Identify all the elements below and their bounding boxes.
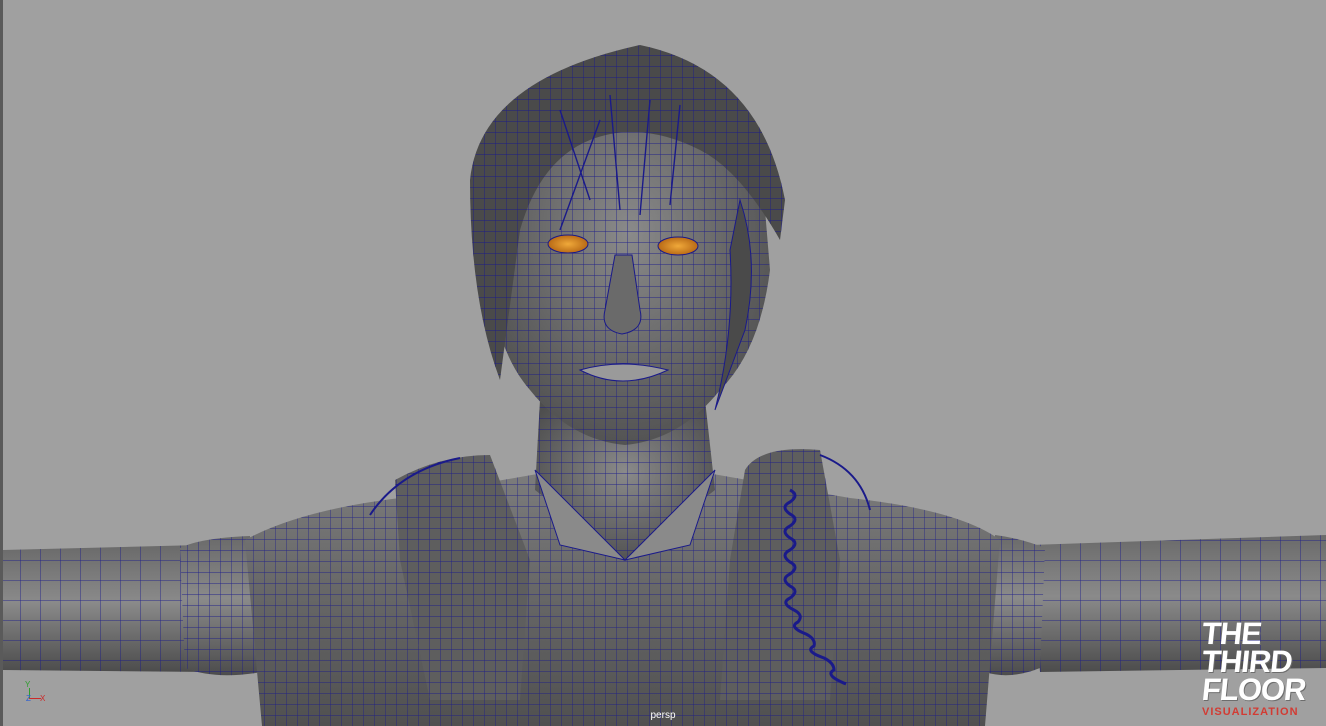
logo-subtitle: VISUALIZATION — [1202, 706, 1299, 718]
right-eye[interactable] — [657, 236, 699, 256]
perspective-viewport[interactable]: Y Z X persp THE THIRD FLOOR VISUALIZATIO… — [0, 0, 1326, 726]
left-eye[interactable] — [547, 234, 589, 254]
camera-name-label: persp — [650, 710, 676, 721]
axis-gizmo: Y Z X — [22, 680, 52, 706]
studio-watermark-logo: THE THIRD FLOOR VISUALIZATION — [1200, 616, 1320, 724]
logo-line-3: FLOOR — [1200, 672, 1308, 707]
character-wireframe-model[interactable] — [0, 0, 1326, 726]
x-axis-label: X — [40, 694, 46, 703]
z-axis-label: Z — [26, 694, 31, 703]
y-axis-label: Y — [25, 680, 31, 689]
left-arm[interactable] — [3, 536, 262, 676]
